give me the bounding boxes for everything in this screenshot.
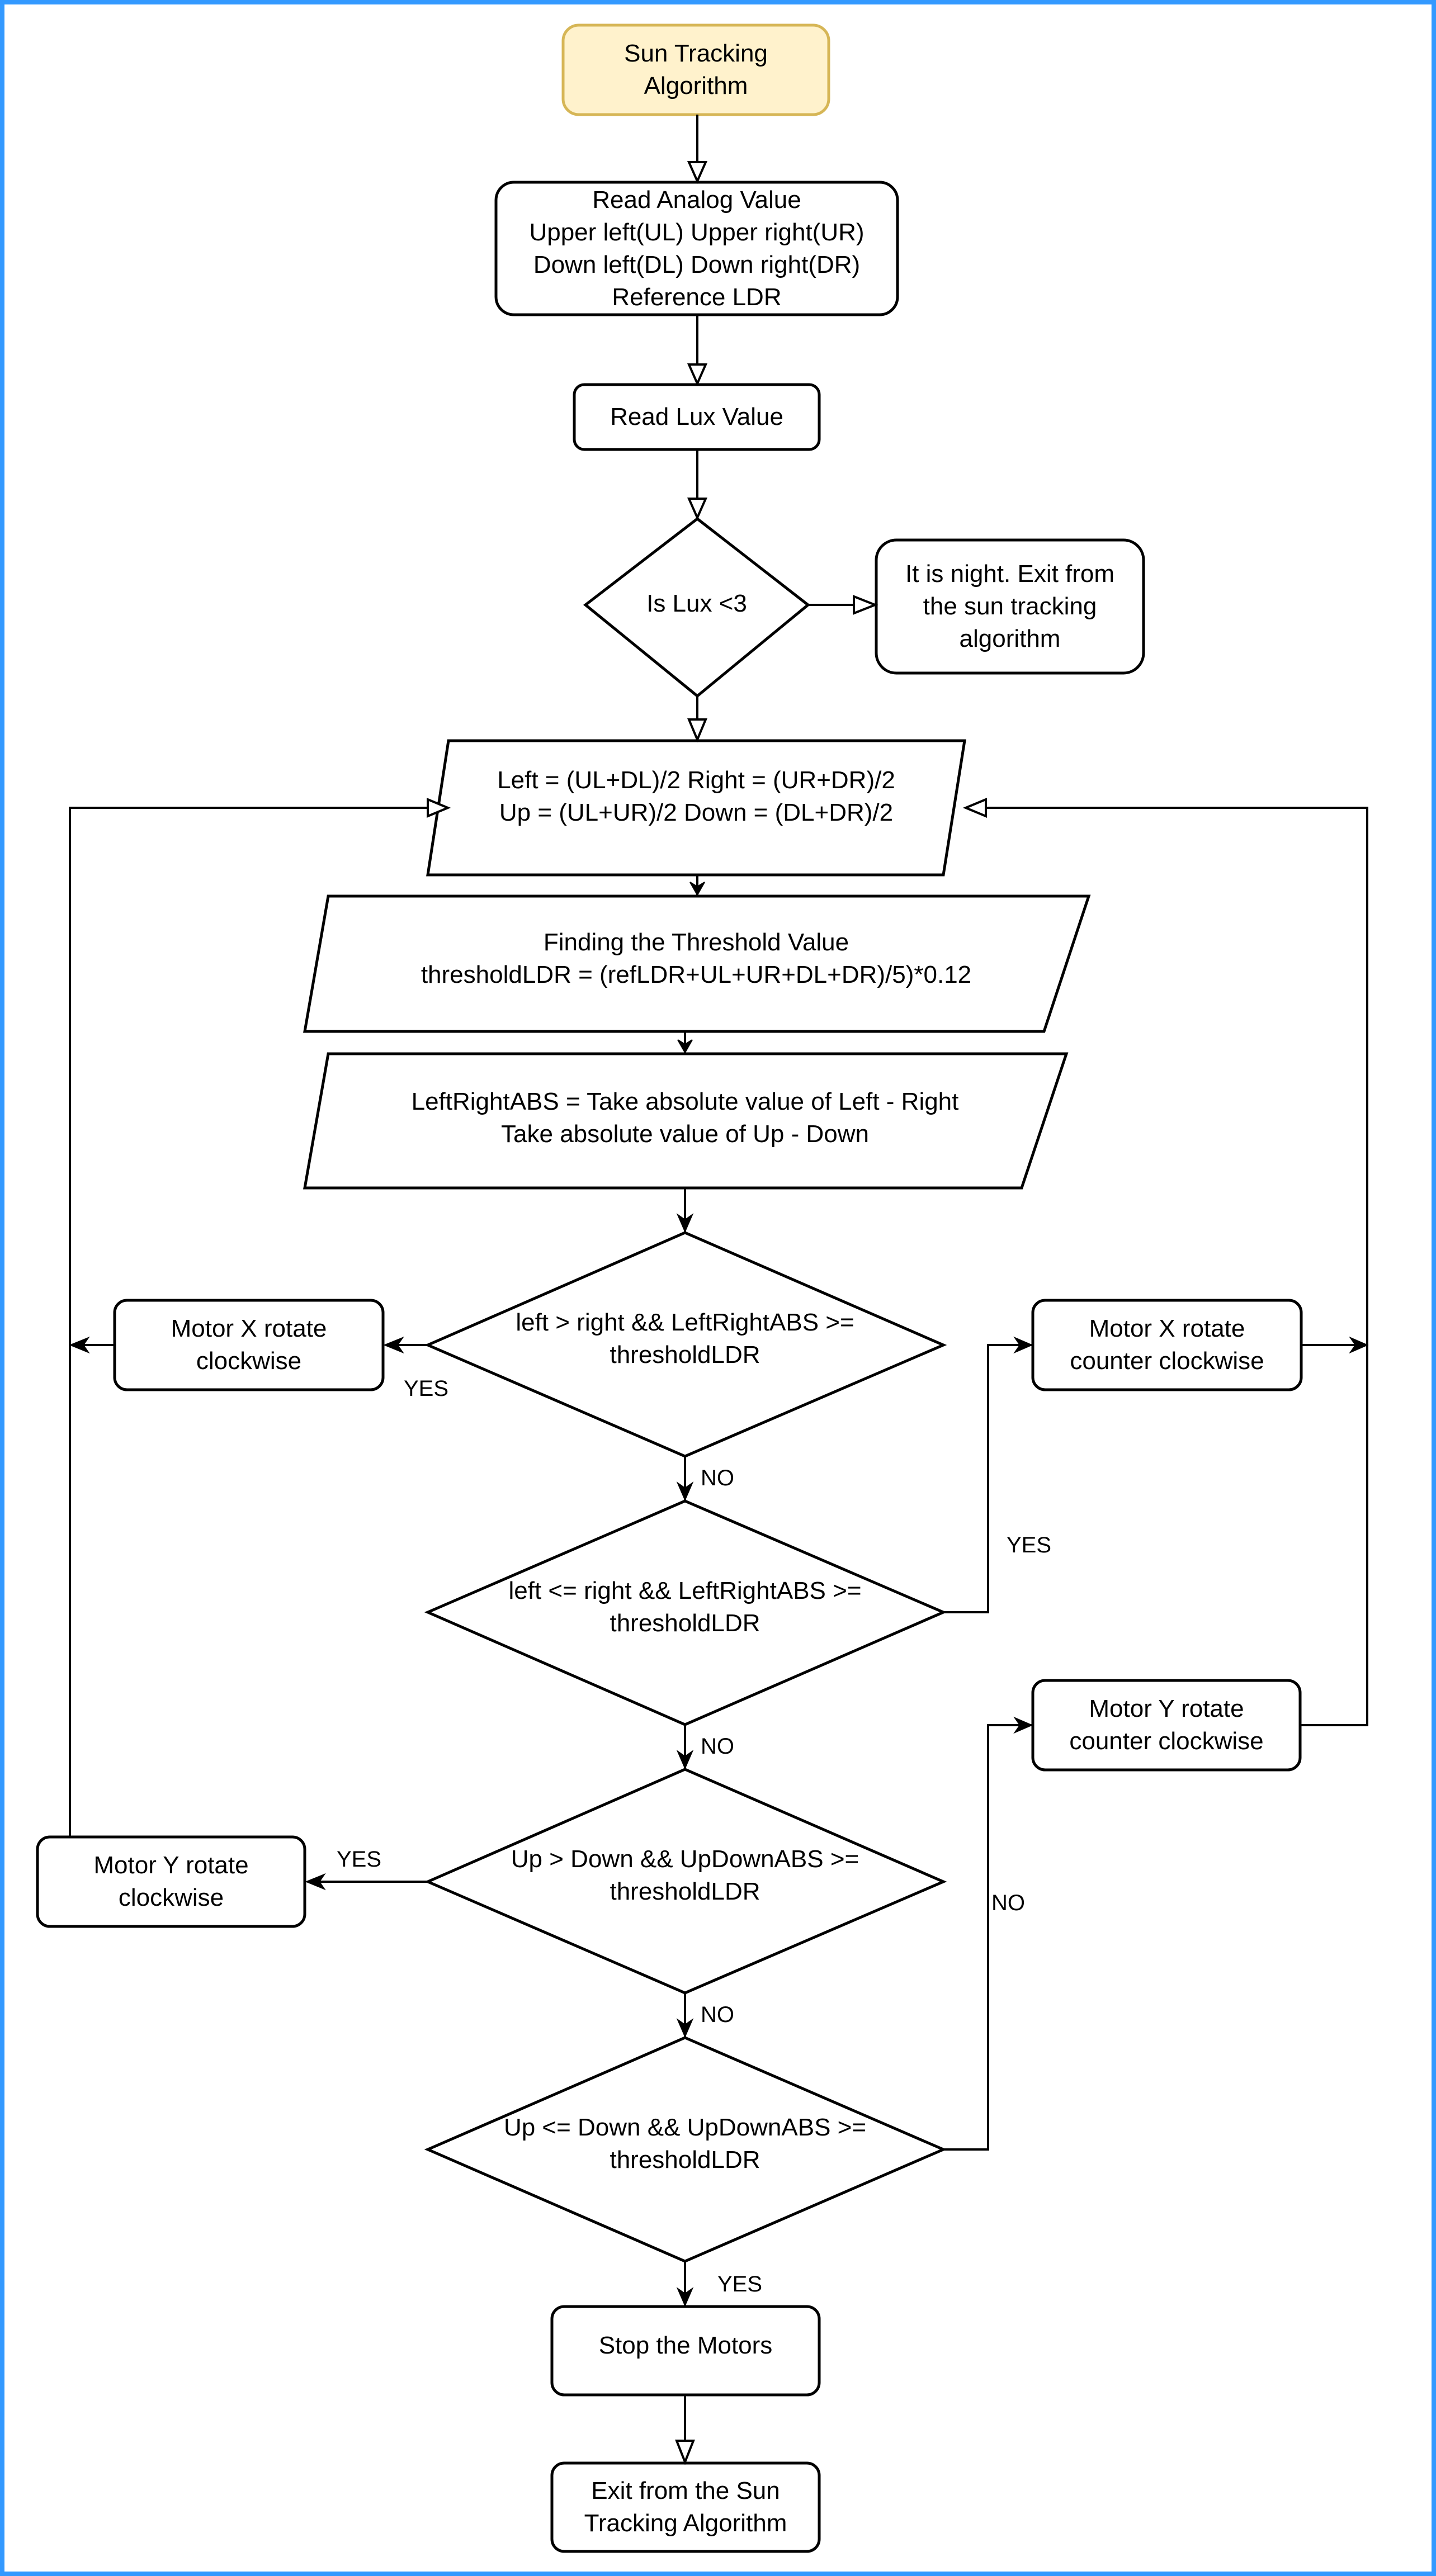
open-arrow-icon (687, 498, 708, 520)
open-arrow-icon (675, 2440, 695, 2465)
edge-label-no: NO (701, 1466, 734, 1490)
flowchart-canvas (36, 23, 1369, 2553)
stop-motors-node (550, 2305, 821, 2397)
decision-up-le-down (424, 2036, 947, 2263)
edge-cond4-to-motor-y-ccw (943, 1724, 1032, 2151)
decision-left-gt-right (424, 1231, 947, 1458)
night-exit-node (875, 538, 1145, 675)
motor-y-ccw-node (1031, 1679, 1302, 1772)
edge-label-yes: YES (404, 1376, 449, 1401)
motor-x-cw-node (113, 1299, 385, 1391)
open-arrow-icon (853, 595, 878, 615)
open-arrow-icon (962, 798, 987, 818)
exit-node (550, 2461, 821, 2553)
edge-label-no: NO (701, 1734, 734, 1759)
edge-label-no: NO (701, 2002, 734, 2027)
edge-label-yes: YES (1007, 1533, 1052, 1557)
open-arrow-icon (687, 718, 707, 743)
edge-label-no: NO (991, 1891, 1025, 1915)
abs-values-node (303, 1052, 1069, 1190)
averages-node (426, 739, 966, 877)
edge-label-yes: YES (337, 1847, 382, 1872)
decision-left-le-right (424, 1499, 947, 1726)
lux-decision-node (583, 517, 811, 698)
edge-label-yes: YES (717, 2272, 763, 2296)
start-node (561, 23, 830, 116)
threshold-node (303, 894, 1091, 1033)
open-arrow-icon (687, 363, 708, 386)
decision-up-gt-down (424, 1768, 947, 1995)
read-lux-node (573, 383, 821, 451)
read-analog-node (494, 181, 899, 316)
motor-y-cw-node (36, 1835, 306, 1928)
motor-x-ccw-node (1031, 1299, 1303, 1391)
open-arrow-icon (687, 161, 708, 184)
edge-cond2-to-motor-x-ccw (943, 1344, 1032, 1613)
